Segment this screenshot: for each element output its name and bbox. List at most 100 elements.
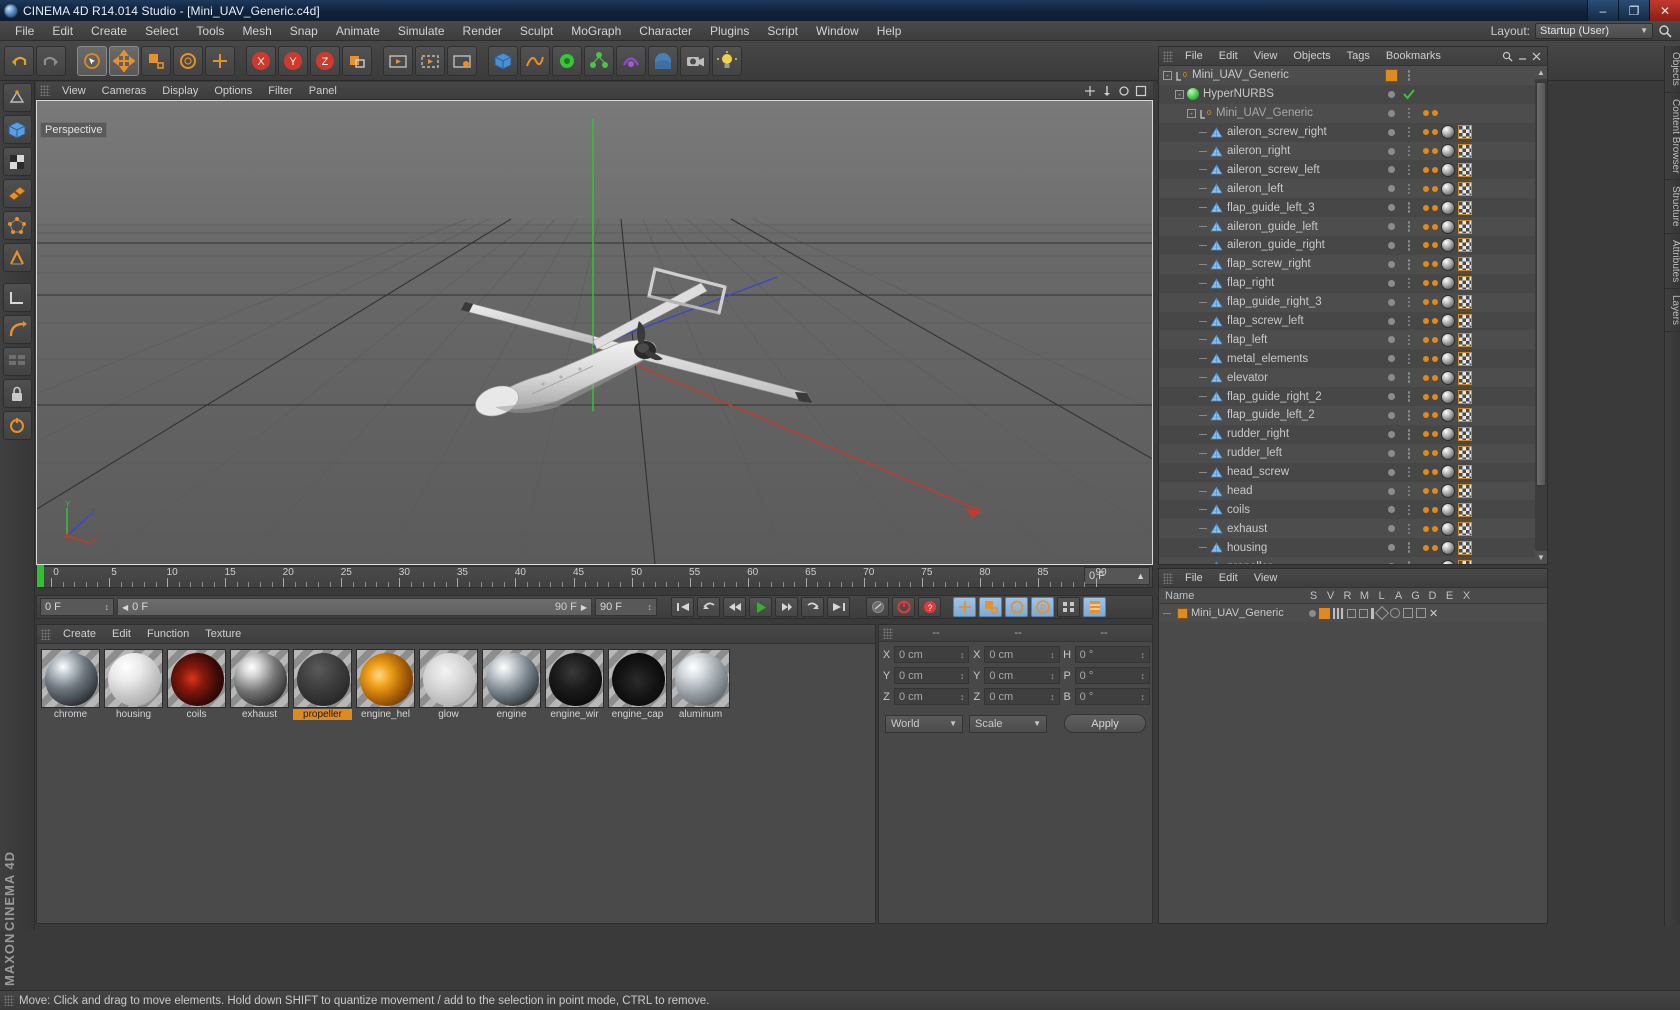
render-view-button[interactable] <box>383 45 413 76</box>
tag-dot-icon[interactable] <box>1423 148 1429 154</box>
tag-dot-icon[interactable] <box>1432 299 1438 306</box>
object-toggle-dots-icon[interactable] <box>1401 183 1417 195</box>
texture-tag-icon[interactable] <box>1458 125 1472 140</box>
layer-dot-icon[interactable] <box>1309 609 1316 617</box>
panel-grip-icon[interactable] <box>883 627 893 639</box>
object-tag-cell[interactable] <box>1423 559 1472 564</box>
viewport-menu-cameras[interactable]: Cameras <box>94 82 155 100</box>
visibility-flag-icon[interactable] <box>1333 607 1344 619</box>
object-menu-bookmarks[interactable]: Bookmarks <box>1378 47 1449 65</box>
texture-tag-icon[interactable] <box>1458 162 1472 177</box>
texture-tag-icon[interactable] <box>1458 446 1472 461</box>
object-tag-cell[interactable] <box>1423 276 1472 291</box>
model-mode-tool[interactable] <box>2 115 32 144</box>
lock-workplane-tool[interactable] <box>2 379 32 408</box>
maximize-viewport-icon[interactable] <box>1135 85 1147 97</box>
tag-dot-icon[interactable] <box>1432 506 1438 513</box>
viewport-menu-options[interactable]: Options <box>206 82 260 100</box>
tag-dot-icon[interactable] <box>1432 488 1438 495</box>
viewport-view-label[interactable]: Perspective <box>40 122 108 138</box>
point-level-animation-button[interactable] <box>1057 597 1080 617</box>
object-name-label[interactable]: flap_screw_left <box>1227 315 1304 327</box>
material-tag-icon[interactable] <box>1441 465 1455 480</box>
attribute-menu-view[interactable]: View <box>1246 569 1286 587</box>
layout-dropdown[interactable]: Startup (User) ▼ <box>1535 22 1653 39</box>
texture-tag-icon[interactable] <box>1458 502 1472 517</box>
texture-tag-icon[interactable] <box>1458 181 1472 196</box>
panel-grip-icon[interactable] <box>1163 572 1173 584</box>
material-tag-icon[interactable] <box>1441 502 1455 517</box>
object-name-label[interactable]: aileron_screw_left <box>1227 164 1320 176</box>
object-tag-cell[interactable] <box>1423 427 1472 442</box>
array-button[interactable] <box>584 45 614 76</box>
material-preview-thumbnail[interactable] <box>482 649 541 708</box>
texture-tag-icon[interactable] <box>1458 332 1472 347</box>
object-name-label[interactable]: flap_guide_right_3 <box>1227 296 1322 308</box>
material-preview-thumbnail[interactable] <box>167 649 226 708</box>
object-visibility-dots[interactable] <box>1381 223 1401 231</box>
parameter-key-button[interactable]: P <box>1031 597 1054 617</box>
autokey-button[interactable] <box>866 597 889 617</box>
object-name-label[interactable]: flap_guide_right_2 <box>1227 391 1322 403</box>
object-visibility-dots[interactable] <box>1381 68 1401 82</box>
scrub-left-arrow-icon[interactable]: ◀ <box>122 603 128 612</box>
object-toggle-dots-icon[interactable] <box>1401 391 1417 402</box>
render-settings-button[interactable] <box>447 45 477 76</box>
menu-help[interactable]: Help <box>868 21 911 41</box>
frame-scrub-slider[interactable]: ◀ 0 F 90 F ▶ <box>117 598 592 616</box>
material-menu-edit[interactable]: Edit <box>104 625 139 643</box>
undo-button[interactable] <box>4 45 34 76</box>
material-tag-icon[interactable] <box>1441 559 1455 564</box>
render-region-button[interactable] <box>415 45 445 76</box>
tag-dot-icon[interactable] <box>1423 280 1429 287</box>
go-to-start-button[interactable] <box>671 597 694 617</box>
object-tag-cell[interactable] <box>1423 238 1472 253</box>
object-tag-cell[interactable] <box>1423 370 1472 385</box>
coordinate-input-size[interactable]: 0 cm <box>984 667 1060 684</box>
material-tag-icon[interactable] <box>1441 144 1455 158</box>
texture-tag-icon[interactable] <box>1458 427 1472 442</box>
material-preview-thumbnail[interactable] <box>104 649 163 708</box>
object-toggle-dots-icon[interactable] <box>1401 126 1417 138</box>
object-row[interactable]: metal_elements <box>1159 349 1547 369</box>
tag-dot-icon[interactable] <box>1432 450 1438 457</box>
object-tag-cell[interactable] <box>1423 446 1472 461</box>
lock-x-axis-button[interactable]: X <box>246 45 276 76</box>
object-row[interactable]: aileron_screw_left <box>1159 160 1547 180</box>
tag-dot-icon[interactable] <box>1423 393 1429 400</box>
menu-window[interactable]: Window <box>807 21 868 41</box>
coordinate-input-position[interactable]: 0 cm <box>894 646 970 663</box>
material-tag-icon[interactable] <box>1441 332 1455 347</box>
tag-dot-icon[interactable] <box>1423 185 1429 192</box>
object-visibility-dots[interactable] <box>1381 90 1401 98</box>
material-tag-icon[interactable] <box>1441 427 1455 442</box>
coordinate-input-size[interactable]: 0 cm <box>984 688 1060 705</box>
tag-dot-icon[interactable] <box>1423 544 1429 551</box>
texture-tag-icon[interactable] <box>1458 408 1472 423</box>
object-menu-tags[interactable]: Tags <box>1339 47 1378 65</box>
tag-dot-icon[interactable] <box>1432 412 1438 419</box>
expand-collapse-icon[interactable]: - <box>1163 70 1172 80</box>
snap-tool[interactable] <box>2 411 32 440</box>
texture-tag-icon[interactable] <box>1458 295 1472 310</box>
object-name-label[interactable]: aileron_screw_right <box>1227 126 1327 138</box>
material-cell[interactable]: coils <box>167 649 226 720</box>
material-name-label[interactable]: engine_wir <box>545 709 604 720</box>
object-visibility-dots[interactable] <box>1381 487 1401 495</box>
preview-end-field[interactable]: 90 F <box>595 598 657 616</box>
object-row[interactable]: flap_guide_left_2 <box>1159 406 1547 425</box>
object-row[interactable]: - HyperNURBS <box>1159 84 1547 104</box>
menu-plugins[interactable]: Plugins <box>701 21 758 41</box>
object-menu-objects[interactable]: Objects <box>1285 47 1338 65</box>
object-visibility-dots[interactable] <box>1381 544 1401 552</box>
material-cell[interactable]: housing <box>104 649 163 720</box>
menu-character[interactable]: Character <box>630 21 701 41</box>
object-row[interactable]: aileron_guide_right <box>1159 236 1547 255</box>
material-tag-icon[interactable] <box>1441 389 1455 404</box>
object-row[interactable]: aileron_guide_left <box>1159 217 1547 237</box>
material-cell[interactable]: glow <box>419 649 478 720</box>
object-visibility-dots[interactable] <box>1381 128 1401 136</box>
object-visibility-dots[interactable] <box>1381 563 1401 564</box>
light-button[interactable] <box>712 45 742 76</box>
make-editable-tool[interactable] <box>2 83 32 112</box>
